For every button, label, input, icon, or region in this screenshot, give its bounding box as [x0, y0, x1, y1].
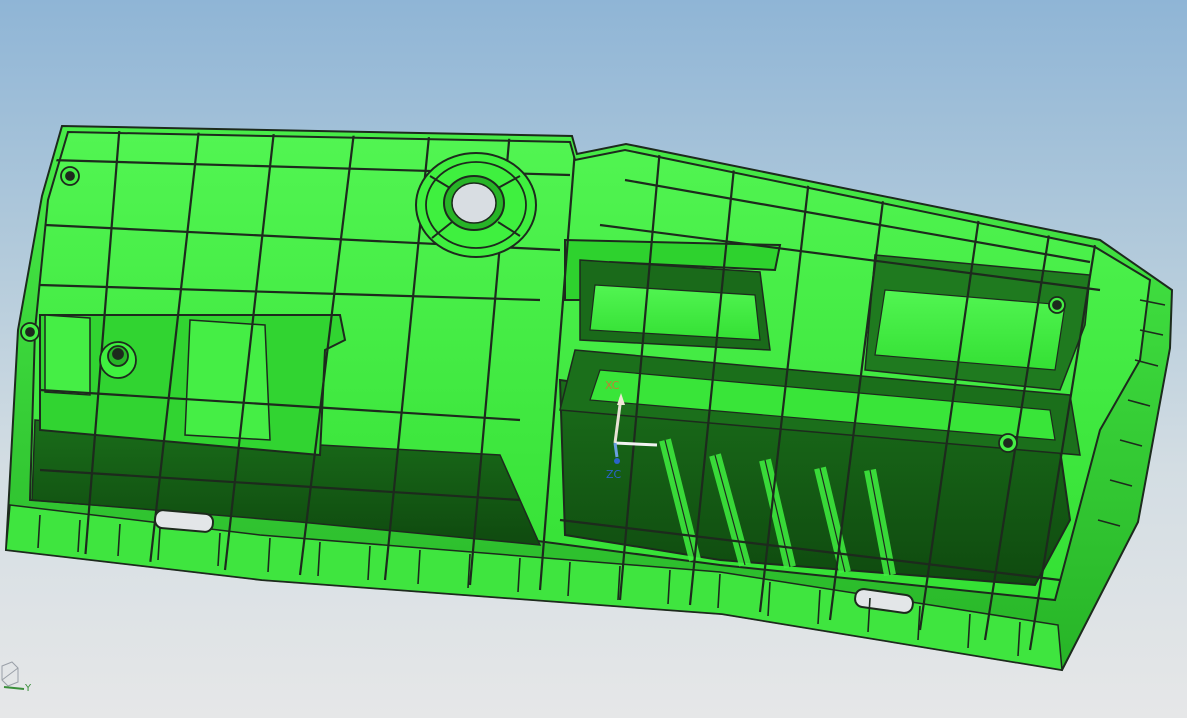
- view-orientation-triad[interactable]: [0, 660, 30, 700]
- pocket-right-1-floor: [589, 284, 761, 341]
- xc-axis-label: XC: [605, 379, 620, 392]
- left-inner-block: [184, 319, 271, 441]
- graphics-viewport[interactable]: XC ZC Y: [0, 0, 1187, 718]
- zc-axis-label: ZC: [606, 468, 622, 481]
- y-axis-label: Y: [25, 683, 32, 694]
- left-boss-block: [44, 314, 91, 396]
- round-boss: [415, 152, 537, 258]
- tray-part-model[interactable]: [0, 0, 1187, 718]
- y-axis-arrow-icon: [3, 686, 25, 690]
- work-csys-triad[interactable]: [595, 385, 675, 475]
- xc-arrow-icon: [617, 393, 625, 405]
